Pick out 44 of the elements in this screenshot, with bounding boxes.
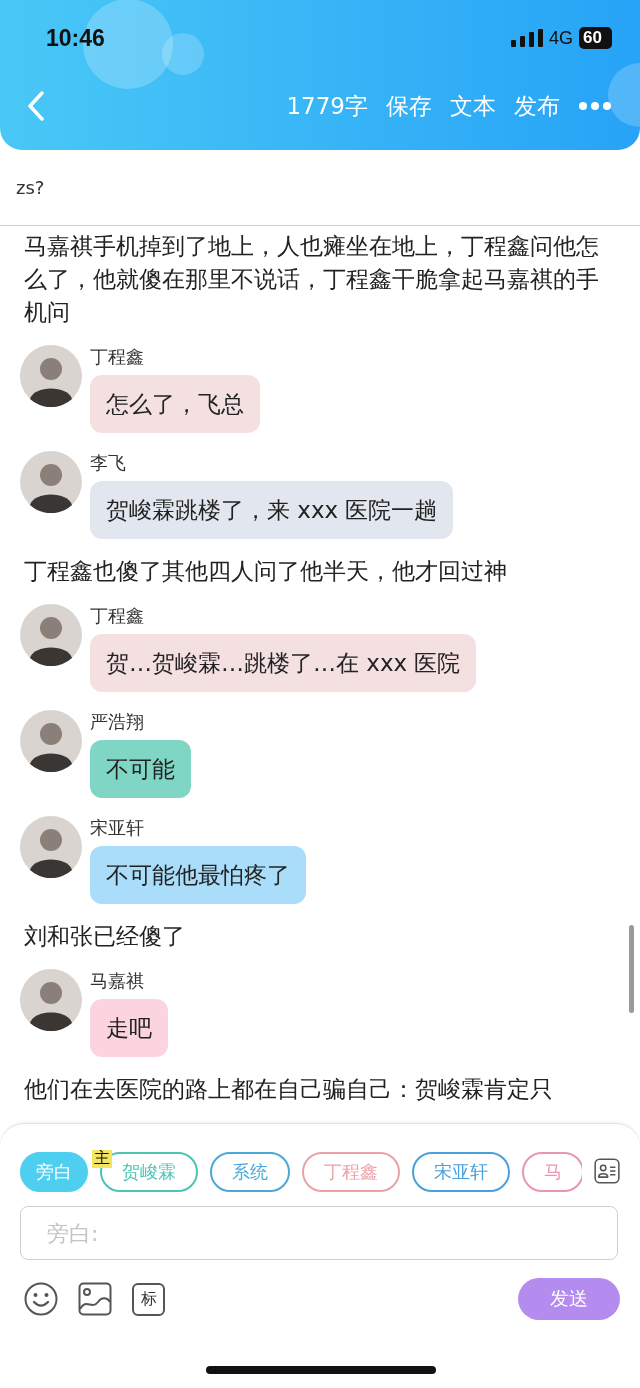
role-chip[interactable]: 宋亚轩 (412, 1152, 510, 1192)
header-action-button[interactable]: 发布 (514, 90, 560, 122)
chapter-title: zs? (16, 177, 45, 198)
word-count: 1779字 (286, 91, 368, 121)
role-chip[interactable]: 丁程鑫 (302, 1152, 400, 1192)
speaker-name: 宋亚轩 (90, 816, 144, 840)
bubble-drawing (608, 63, 640, 127)
speaker-name: 丁程鑫 (90, 604, 144, 628)
narration-text: 马嘉祺手机掉到了地上，人也瘫坐在地上，丁程鑫问他怎么了，他就傻在那里不说话，丁程鑫干脆拿起马嘉祺的手机问 (24, 232, 600, 327)
avatar (20, 710, 82, 772)
network-label: 4G (549, 27, 574, 49)
message-bubble: 不可能他最怕疼了 (90, 846, 306, 904)
main-badge: 主 (92, 1150, 112, 1168)
tag-button[interactable]: 标 (132, 1282, 165, 1316)
avatar (20, 451, 82, 513)
speaker-name: 严浩翔 (90, 710, 144, 734)
avatar (20, 345, 82, 407)
speaker-name: 李飞 (90, 451, 126, 475)
status-time: 10:46 (46, 24, 105, 52)
narration-text: 他们在去医院的路上都在自己骗自己：贺峻霖肯定只 (24, 1075, 554, 1104)
narration-text: 丁程鑫也傻了其他四人问了他半天，他才回过神 (24, 557, 508, 586)
send-button[interactable]: 发送 (518, 1278, 620, 1320)
role-chip[interactable]: 旁白 (20, 1152, 88, 1192)
message-bubble: 怎么了，飞总 (90, 375, 260, 433)
role-chip[interactable]: 系统 (210, 1152, 290, 1192)
speaker-name: 丁程鑫 (90, 345, 144, 369)
signal-icon (511, 29, 544, 47)
message-bubble: 不可能 (90, 740, 191, 798)
header-action-button[interactable]: 文本 (450, 90, 496, 122)
message-bubble: 贺峻霖跳楼了，来 xxx 医院一趟 (90, 481, 454, 539)
smiley-icon[interactable] (24, 1282, 58, 1316)
message-input[interactable]: 旁白: (20, 1206, 618, 1260)
battery-indicator: 60 (579, 27, 612, 49)
header-action-button[interactable]: 保存 (386, 90, 432, 122)
more-icon[interactable] (578, 101, 612, 111)
message-bubble: 走吧 (90, 999, 168, 1057)
speaker-name: 马嘉祺 (90, 969, 144, 993)
message-bubble: 贺…贺峻霖…跳楼了…在 xxx 医院 (90, 634, 477, 692)
avatar (20, 816, 82, 878)
avatar (20, 604, 82, 666)
avatar (20, 969, 82, 1031)
narration-text: 刘和张已经傻了 (24, 922, 186, 951)
role-chip[interactable]: 马 (522, 1152, 582, 1192)
image-icon[interactable] (78, 1282, 112, 1316)
